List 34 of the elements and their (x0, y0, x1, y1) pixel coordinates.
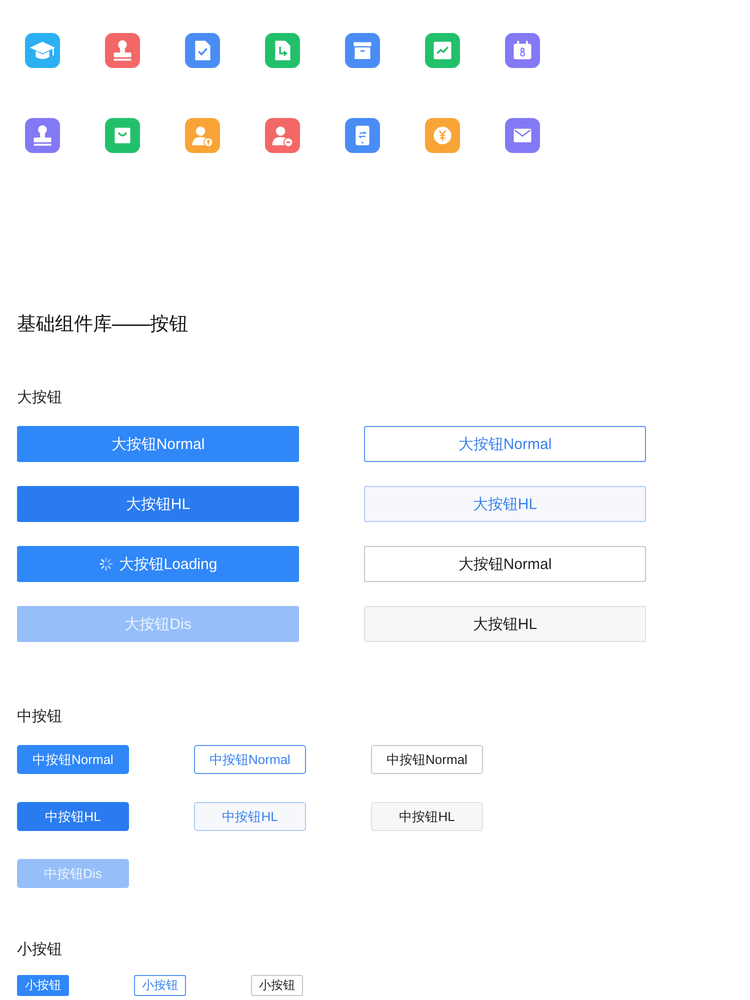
large-button[interactable]: 大按钮HL (364, 606, 646, 642)
stamp-icon (25, 118, 60, 153)
medium-button[interactable]: 中按钮Normal (17, 745, 129, 774)
archive-box-icon (345, 33, 380, 68)
section-heading: 大按钮 (17, 389, 62, 407)
user-minus-icon (265, 118, 300, 153)
document-check-icon (185, 33, 220, 68)
large-button[interactable]: 大按钮HL (17, 486, 299, 522)
section-heading: 中按钮 (17, 708, 62, 726)
line-chart-icon (425, 33, 460, 68)
graduation-cap-icon (25, 33, 60, 68)
medium-button[interactable]: 中按钮HL (194, 802, 306, 831)
large-button[interactable]: 大按钮Normal (364, 426, 646, 462)
large-button[interactable]: 大按钮Normal (364, 546, 646, 582)
yen-coin-icon (425, 118, 460, 153)
loading-spinner-icon (98, 557, 113, 571)
section-heading: 小按钮 (17, 941, 62, 959)
medium-button[interactable]: 中按钮HL (371, 802, 483, 831)
small-button[interactable]: 小按钮 (251, 975, 303, 996)
small-button[interactable]: 小按钮 (17, 975, 69, 996)
tablet-swap-icon (345, 118, 380, 153)
user-arrow-up-icon (185, 118, 220, 153)
shopping-bag-icon (105, 118, 140, 153)
medium-button[interactable]: 中按钮Normal (194, 745, 306, 774)
medium-button[interactable]: 中按钮HL (17, 802, 129, 831)
stamp-icon (105, 33, 140, 68)
medium-button[interactable]: 中按钮Normal (371, 745, 483, 774)
large-button[interactable]: 大按钮HL (364, 486, 646, 522)
small-button[interactable]: 小按钮 (134, 975, 186, 996)
calendar-icon (505, 33, 540, 68)
envelope-icon (505, 118, 540, 153)
large-button[interactable]: 大按钮Normal (17, 426, 299, 462)
large-button[interactable]: 大按钮Loading (17, 546, 299, 582)
page-title: 基础组件库——按钮 (17, 313, 188, 337)
